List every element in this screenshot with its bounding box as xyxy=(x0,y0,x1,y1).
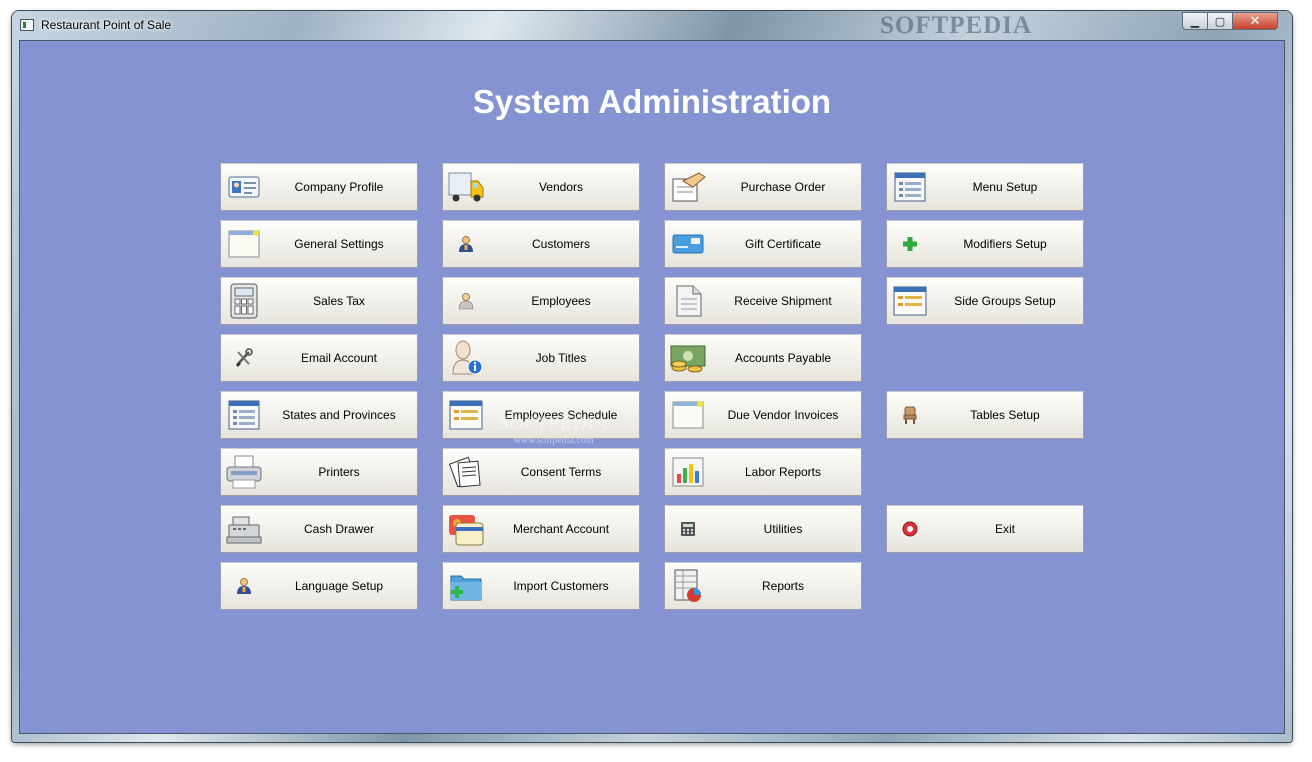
user-icon xyxy=(447,226,485,262)
states-and-provinces-button[interactable]: States and Provinces xyxy=(220,391,418,439)
tables-setup-button[interactable]: Tables Setup xyxy=(886,391,1084,439)
report-icon xyxy=(669,568,707,604)
schedule-icon xyxy=(447,397,485,433)
tile-label: Menu Setup xyxy=(972,180,1038,194)
tile-label: Tables Setup xyxy=(970,408,1040,422)
watermark-url: www.softpedia.com xyxy=(513,435,594,446)
tile-label: Purchase Order xyxy=(740,180,826,194)
cash-register-icon xyxy=(225,511,263,547)
app-icon xyxy=(20,19,34,31)
window-icon xyxy=(225,226,263,262)
printers-button[interactable]: Printers xyxy=(220,448,418,496)
company-profile-button[interactable]: Company Profile xyxy=(220,163,418,211)
title-bar[interactable]: Restaurant Point of Sale SOFTPEDIA ▁ ▢ ✕ xyxy=(12,11,1292,40)
tile-label: Side Groups Setup xyxy=(954,294,1056,308)
tile-label: States and Provinces xyxy=(282,408,396,422)
menu-list-icon xyxy=(891,169,929,205)
purchase-order-button[interactable]: Purchase Order xyxy=(664,163,862,211)
exit-icon xyxy=(891,511,929,547)
general-settings-button[interactable]: General Settings xyxy=(220,220,418,268)
tile-label: Exit xyxy=(994,522,1015,536)
tile-label: Email Account xyxy=(300,351,378,365)
money-icon xyxy=(669,340,707,376)
sales-tax-button[interactable]: Sales Tax xyxy=(220,277,418,325)
minimize-button[interactable]: ▁ xyxy=(1182,12,1208,30)
tile-label: Customers xyxy=(531,237,590,251)
tile-label: Company Profile xyxy=(294,180,384,194)
gift-certificate-button[interactable]: Gift Certificate xyxy=(664,220,862,268)
import-customers-button[interactable]: Import Customers xyxy=(442,562,640,610)
tile-label: Import Customers xyxy=(513,579,609,593)
maximize-button[interactable]: ▢ xyxy=(1208,12,1233,30)
main-panel: System Administration Company Profile Ge… xyxy=(19,40,1285,734)
merchant-account-button[interactable]: Merchant Account xyxy=(442,505,640,553)
accounts-payable-button[interactable]: Accounts Payable xyxy=(664,334,862,382)
tile-label: Language Setup xyxy=(294,579,384,593)
job-titles-button[interactable]: Job Titles xyxy=(442,334,640,382)
tile-label: Sales Tax xyxy=(313,294,365,308)
customers-button[interactable]: Customers xyxy=(442,220,640,268)
receive-shipment-button[interactable]: Receive Shipment xyxy=(664,277,862,325)
side-groups-setup-button[interactable]: Side Groups Setup xyxy=(886,277,1084,325)
language-setup-button[interactable]: Language Setup xyxy=(220,562,418,610)
user-icon xyxy=(225,568,263,604)
softpedia-watermark: SOFTPEDIA www.softpedia.com xyxy=(498,413,609,446)
tile-label: Employees xyxy=(531,294,591,308)
order-icon xyxy=(669,169,707,205)
id-card-icon xyxy=(225,169,263,205)
printer-icon xyxy=(225,454,263,490)
reports-button[interactable]: Reports xyxy=(664,562,862,610)
employees-button[interactable]: Employees xyxy=(442,277,640,325)
tools-icon xyxy=(225,340,263,376)
calculator-small-icon xyxy=(669,511,707,547)
labor-reports-button[interactable]: Labor Reports xyxy=(664,448,862,496)
tile-label: Labor Reports xyxy=(744,465,822,479)
tile-label: Printers xyxy=(318,465,360,479)
page-title: System Administration xyxy=(472,83,832,120)
gift-card-icon xyxy=(669,226,707,262)
caption-buttons: ▁ ▢ ✕ xyxy=(1182,12,1278,31)
tile-label: Consent Terms xyxy=(520,465,602,479)
exit-button[interactable]: Exit xyxy=(886,505,1084,553)
document-icon xyxy=(669,283,707,319)
tile-label: Modifiers Setup xyxy=(963,237,1047,251)
consent-terms-button[interactable]: Consent Terms xyxy=(442,448,640,496)
tile-label: Job Titles xyxy=(535,351,587,365)
truck-icon xyxy=(447,169,485,205)
watermark-text: SOFTPEDIA xyxy=(498,413,610,434)
tile-label: Reports xyxy=(761,579,805,593)
utilities-button[interactable]: Utilities xyxy=(664,505,862,553)
menu-setup-button[interactable]: Menu Setup xyxy=(886,163,1084,211)
bar-chart-icon xyxy=(669,454,707,490)
list-icon xyxy=(225,397,263,433)
person-info-icon xyxy=(447,340,485,376)
tile-label: Utilities xyxy=(763,522,803,536)
cash-drawer-button[interactable]: Cash Drawer xyxy=(220,505,418,553)
vendors-button[interactable]: Vendors xyxy=(442,163,640,211)
documents-icon xyxy=(447,454,485,490)
tile-label: Vendors xyxy=(538,180,584,194)
tile-label: Accounts Payable xyxy=(734,351,832,365)
modifiers-setup-button[interactable]: Modifiers Setup xyxy=(886,220,1084,268)
folder-add-icon xyxy=(447,568,485,604)
email-account-button[interactable]: Email Account xyxy=(220,334,418,382)
schedule-icon xyxy=(891,283,929,319)
tile-label: General Settings xyxy=(294,237,384,251)
tile-label: Cash Drawer xyxy=(303,522,375,536)
plus-icon xyxy=(891,226,929,262)
window-title: Restaurant Point of Sale xyxy=(41,18,172,32)
tile-label: Gift Certificate xyxy=(744,237,822,251)
cards-icon xyxy=(447,511,485,547)
due-vendor-invoices-button[interactable]: Due Vendor Invoices xyxy=(664,391,862,439)
tile-label: Merchant Account xyxy=(512,522,610,536)
person-icon xyxy=(447,283,485,319)
tile-label: Receive Shipment xyxy=(734,294,832,308)
window-icon xyxy=(669,397,707,433)
tile-label: Due Vendor Invoices xyxy=(727,408,839,422)
app-window: Restaurant Point of Sale SOFTPEDIA ▁ ▢ ✕… xyxy=(12,11,1292,742)
titlebar-watermark: SOFTPEDIA xyxy=(880,12,1033,39)
chair-icon xyxy=(891,397,929,433)
calculator-icon xyxy=(225,283,263,319)
close-button[interactable]: ✕ xyxy=(1233,12,1278,30)
